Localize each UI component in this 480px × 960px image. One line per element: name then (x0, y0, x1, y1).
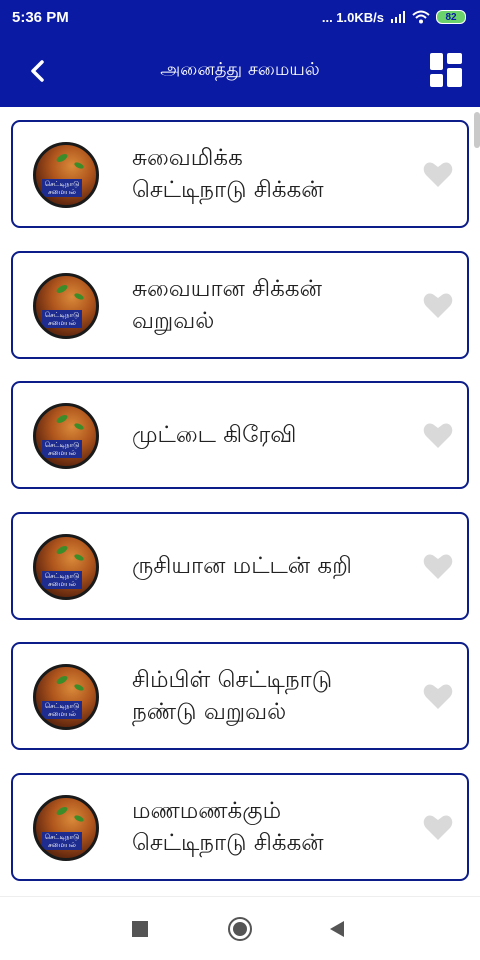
recipe-card[interactable]: செட்டிநாடு சமையல் முட்டை கிரேவி (11, 381, 469, 489)
recipe-title: ருசியான மட்டன் கறி (132, 514, 402, 618)
thumbnail-caption: செட்டிநாடு சமையல் (42, 832, 82, 850)
recipe-card[interactable]: செட்டிநாடு சமையல் மணமணக்கும் செட்டிநாடு … (11, 773, 469, 881)
recipe-title: சுவையான சிக்கன் வறுவல் (132, 253, 402, 357)
recipe-thumbnail: செட்டிநாடு சமையல் (33, 273, 99, 339)
heart-icon (423, 162, 453, 187)
status-right: ... 1.0KB/s 82 (322, 10, 466, 25)
recipe-title-line1: மணமணக்கும் (132, 798, 282, 824)
thumbnail-caption: செட்டிநாடு சமையல் (42, 701, 82, 719)
recipe-card[interactable]: செட்டிநாடு சமையல் சிம்பிள் செட்டிநாடு நண… (11, 642, 469, 750)
recipe-thumbnail: செட்டிநாடு சமையல் (33, 534, 99, 600)
favorite-button[interactable] (423, 554, 453, 580)
recipe-card[interactable]: செட்டிநாடு சமையல் சுவையான சிக்கன் வறுவல் (11, 251, 469, 359)
heart-icon (423, 815, 453, 840)
home-button[interactable] (228, 917, 252, 941)
recipe-title-line2: வறுவல் (132, 308, 215, 334)
recents-button[interactable] (132, 921, 148, 937)
recipe-title-line2: செட்டிநாடு சிக்கன் (132, 830, 324, 856)
battery-indicator: 82 (436, 10, 466, 24)
app-bar: அனைத்து சமையல் (0, 34, 480, 107)
recipe-title: முட்டை கிரேவி (132, 383, 402, 487)
favorite-button[interactable] (423, 423, 453, 449)
heart-icon (423, 423, 453, 448)
recipe-title-line1: முட்டை கிரேவி (132, 422, 297, 448)
chevron-left-icon (31, 60, 44, 82)
thumbnail-caption: செட்டிநாடு சமையல் (42, 571, 82, 589)
recipe-title: சிம்பிள் செட்டிநாடு நண்டு வறுவல் (132, 644, 402, 748)
heart-icon (423, 293, 453, 318)
favorite-button[interactable] (423, 684, 453, 710)
layout-toggle-button[interactable] (430, 53, 462, 87)
recipe-thumbnail: செட்டிநாடு சமையல் (33, 795, 99, 861)
recipe-thumbnail: செட்டிநாடு சமையல் (33, 142, 99, 208)
recipe-thumbnail: செட்டிநாடு சமையல் (33, 664, 99, 730)
grid-layout-icon (430, 53, 462, 87)
status-bar: 5:36 PM ... 1.0KB/s 82 (0, 0, 480, 34)
signal-icon (391, 11, 405, 23)
recipe-card[interactable]: செட்டிநாடு சமையல் ருசியான மட்டன் கறி (11, 512, 469, 620)
thumbnail-caption: செட்டிநாடு சமையல் (42, 440, 82, 458)
thumbnail-caption: செட்டிநாடு சமையல் (42, 179, 82, 197)
network-speed: ... 1.0KB/s (321, 9, 384, 25)
page-title: அனைத்து சமையல் (160, 59, 320, 80)
list-scrollbar[interactable] (474, 112, 480, 148)
recipe-title: சுவைமிக்க செட்டிநாடு சிக்கன் (132, 122, 402, 226)
recipe-list[interactable]: செட்டிநாடு சமையல் சுவைமிக்க செட்டிநாடு ச… (0, 107, 480, 895)
recipe-card[interactable]: செட்டிநாடு சமையல் சுவைமிக்க செட்டிநாடு ச… (11, 120, 469, 228)
favorite-button[interactable] (423, 293, 453, 319)
status-time: 5:36 PM (12, 8, 69, 26)
system-back-button[interactable] (328, 919, 346, 943)
recipe-title-line2: நண்டு வறுவல் (132, 699, 287, 725)
triangle-back-icon (330, 921, 344, 937)
favorite-button[interactable] (423, 162, 453, 188)
recipe-title-line1: சுவைமிக்க (132, 145, 243, 171)
recipe-title-line2: செட்டிநாடு சிக்கன் (132, 177, 324, 203)
heart-icon (423, 684, 453, 709)
system-nav-bar (0, 896, 480, 960)
recipe-title: மணமணக்கும் செட்டிநாடு சிக்கன் (132, 775, 402, 879)
recipe-title-line1: சுவையான சிக்கன் (132, 276, 322, 302)
thumbnail-caption: செட்டிநாடு சமையல் (42, 310, 82, 328)
favorite-button[interactable] (423, 815, 453, 841)
recipe-title-line1: சிம்பிள் செட்டிநாடு (132, 667, 333, 693)
recipe-thumbnail: செட்டிநாடு சமையல் (33, 403, 99, 469)
recipe-title-line1: ருசியான மட்டன் கறி (132, 553, 352, 579)
heart-icon (423, 554, 453, 579)
back-button[interactable] (22, 56, 52, 86)
wifi-icon (412, 10, 430, 24)
